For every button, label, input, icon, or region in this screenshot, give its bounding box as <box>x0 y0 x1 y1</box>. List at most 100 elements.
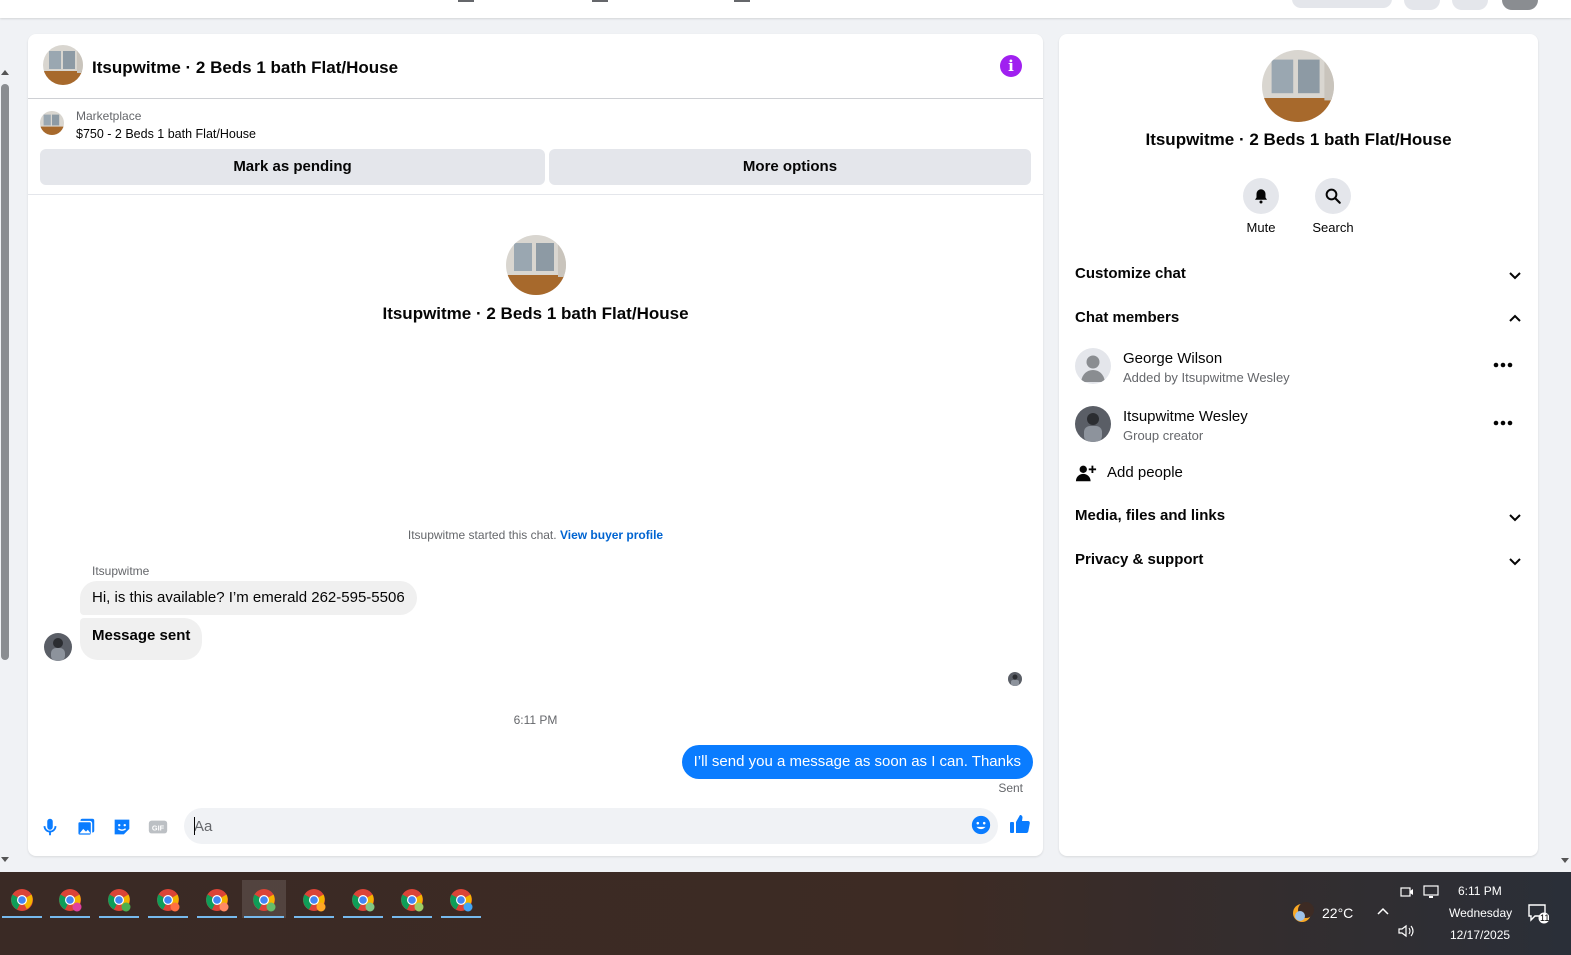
taskbar-chrome-app[interactable] <box>390 880 434 918</box>
taskbar-chrome-app[interactable] <box>97 880 141 918</box>
chat-members-section[interactable]: Chat members <box>1075 299 1523 339</box>
customize-chat-section[interactable]: Customize chat <box>1075 255 1523 295</box>
listing-price-title[interactable]: $750 - 2 Beds 1 bath Flat/House <box>76 127 256 141</box>
add-person-icon <box>1075 465 1097 482</box>
add-people-button[interactable]: Add people <box>1075 460 1375 490</box>
chrome-icon <box>303 889 326 912</box>
account-avatar[interactable] <box>1502 0 1538 10</box>
more-options-icon[interactable] <box>1493 362 1513 368</box>
taskbar-chrome-app[interactable] <box>0 880 44 918</box>
sticker-icon[interactable] <box>111 816 133 838</box>
more-options-button[interactable]: More options <box>549 149 1031 185</box>
incoming-message[interactable]: Hi, is this available? I’m emerald 262-5… <box>80 581 417 615</box>
weather-temperature[interactable]: 22°C <box>1322 905 1353 921</box>
active-indicator <box>343 916 383 918</box>
taskbar-chrome-app[interactable] <box>48 880 92 918</box>
nav-marketplace-icon[interactable] <box>734 0 750 2</box>
chat-details-panel: Itsupwitme · 2 Beds 1 bath Flat/House Mu… <box>1059 34 1538 856</box>
member-subtitle: Group creator <box>1123 428 1204 443</box>
default-avatar-icon <box>1075 348 1111 384</box>
chrome-icon <box>157 889 180 912</box>
section-title: Media, files and links <box>1075 507 1226 524</box>
member-subtitle: Added by Itsupwitme Wesley <box>1123 370 1290 385</box>
windows-taskbar: 22°C 6:11 PM Wednesday 12/17/2025 11 <box>0 872 1571 955</box>
active-indicator <box>50 916 90 918</box>
sender-avatar[interactable] <box>44 633 72 661</box>
scrollbar-thumb[interactable] <box>1 84 9 660</box>
member-row[interactable]: George Wilson Added by Itsupwitme Wesley <box>1075 348 1523 396</box>
chrome-icon <box>108 889 131 912</box>
privacy-support-section[interactable]: Privacy & support <box>1075 541 1523 581</box>
media-files-links-section[interactable]: Media, files and links <box>1075 497 1523 537</box>
chrome-icon <box>253 889 276 912</box>
chrome-icon <box>401 889 424 912</box>
nav-home-icon[interactable] <box>458 0 474 2</box>
menu-icon[interactable] <box>1404 0 1440 10</box>
scroll-up-icon[interactable] <box>1 70 9 75</box>
message-input[interactable] <box>184 808 998 844</box>
taskbar-chrome-app[interactable] <box>195 880 239 918</box>
volume-icon[interactable] <box>1398 924 1416 938</box>
active-indicator <box>197 916 237 918</box>
clock-date[interactable]: 12/17/2025 <box>1450 928 1510 942</box>
active-indicator <box>99 916 139 918</box>
taskbar-chrome-app[interactable] <box>292 880 336 918</box>
chat-title[interactable]: Itsupwitme · 2 Beds 1 bath Flat/House <box>92 58 398 78</box>
svg-text:GIF: GIF <box>152 824 165 833</box>
emoji-icon[interactable] <box>970 814 992 836</box>
nav-video-icon[interactable] <box>592 0 608 2</box>
member-avatar <box>1075 406 1111 442</box>
nav-create-button[interactable] <box>1292 0 1392 8</box>
details-avatar[interactable] <box>1262 50 1334 122</box>
clock-day[interactable]: Wednesday <box>1449 906 1512 920</box>
clock-time[interactable]: 6:11 PM <box>1458 884 1502 898</box>
intro-avatar[interactable] <box>506 235 566 295</box>
taskbar-chrome-app[interactable] <box>341 880 385 918</box>
listing-photo-icon <box>40 111 64 135</box>
taskbar-chrome-app[interactable] <box>439 880 483 918</box>
search-button[interactable]: Search <box>1303 178 1363 235</box>
active-indicator <box>441 916 481 918</box>
side-scroll-down-icon[interactable] <box>1561 858 1569 863</box>
taskbar-chrome-app-active[interactable] <box>242 880 286 918</box>
member-row[interactable]: Itsupwitme Wesley Group creator <box>1075 406 1523 454</box>
chevron-down-icon <box>1509 558 1521 566</box>
network-icon[interactable] <box>1423 885 1441 899</box>
messenger-icon[interactable] <box>1452 0 1488 10</box>
weather-icon[interactable] <box>1290 901 1314 925</box>
listing-source: Marketplace <box>76 109 142 123</box>
photo-icon[interactable] <box>75 816 97 838</box>
view-buyer-profile-link[interactable]: View buyer profile <box>560 528 663 542</box>
microphone-icon[interactable] <box>39 816 61 838</box>
camera-icon[interactable] <box>1400 885 1414 899</box>
listing-photo-icon <box>506 235 566 295</box>
chevron-down-icon <box>1509 514 1521 522</box>
chat-panel: Itsupwitme · 2 Beds 1 bath Flat/House i … <box>28 34 1043 856</box>
bell-icon <box>1243 178 1279 214</box>
gif-icon[interactable]: GIF <box>147 816 169 838</box>
info-icon[interactable]: i <box>1000 55 1022 77</box>
mark-as-pending-button[interactable]: Mark as pending <box>40 149 545 185</box>
details-title: Itsupwitme · 2 Beds 1 bath Flat/House <box>1145 130 1452 149</box>
scroll-down-icon[interactable] <box>1 857 9 862</box>
member-name: Itsupwitme Wesley <box>1123 408 1248 425</box>
chat-avatar[interactable] <box>43 45 83 85</box>
thumbs-up-icon[interactable] <box>1008 812 1032 836</box>
chevron-up-icon[interactable] <box>1376 906 1390 916</box>
listing-photo-icon <box>1262 50 1334 122</box>
notification-count: 11 <box>1540 913 1550 923</box>
message-status: Sent <box>998 781 1023 795</box>
page-scrollbar[interactable] <box>0 70 10 870</box>
listing-thumbnail[interactable] <box>40 111 64 135</box>
taskbar-chrome-app[interactable] <box>146 880 190 918</box>
text-caret <box>194 817 195 835</box>
member-name: George Wilson <box>1123 350 1223 367</box>
search-icon <box>1315 178 1351 214</box>
mute-button[interactable]: Mute <box>1231 178 1291 235</box>
listing-photo-icon <box>43 45 83 85</box>
incoming-message[interactable]: Message sent <box>80 618 203 660</box>
person-photo-icon <box>1075 406 1111 442</box>
more-options-icon[interactable] <box>1493 420 1513 426</box>
outgoing-message[interactable]: I’ll send you a message as soon as I can… <box>681 745 1033 779</box>
add-people-label: Add people <box>1107 464 1183 481</box>
